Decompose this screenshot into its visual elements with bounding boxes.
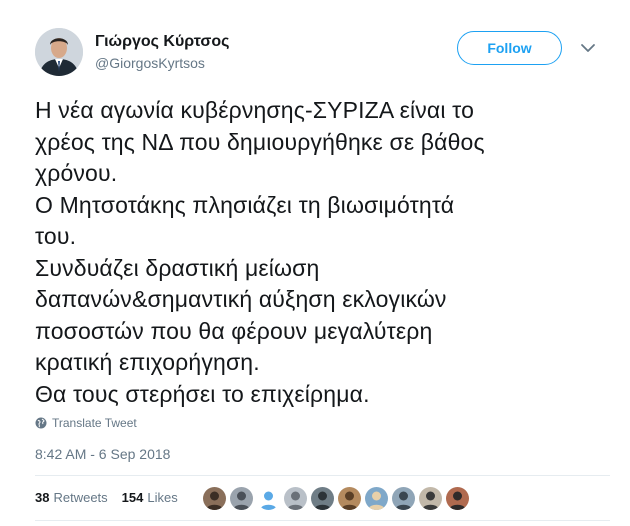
liker-avatar[interactable]	[230, 487, 253, 510]
author-name[interactable]: Γιώργος Κύρτσος	[95, 33, 229, 51]
author-handle[interactable]: @GiorgosKyrtsos	[95, 55, 205, 71]
liker-avatar[interactable]	[203, 487, 226, 510]
tweet-text-line: Ο Μητσοτάκης πλησιάζει τη βιωσιμότητά	[35, 191, 455, 218]
avatar-portrait	[35, 28, 83, 76]
divider	[35, 475, 610, 476]
retweets-label: Retweets	[53, 490, 108, 505]
chevron-down-icon[interactable]	[578, 40, 598, 56]
tweet-text-line: Η νέα αγωνία κυβέρνησης-ΣΥΡΙΖΑ είναι το	[35, 97, 475, 123]
tweet-text-line: χρόνου.	[35, 160, 118, 186]
likes-stat[interactable]: 154 Likes	[122, 490, 178, 505]
tweet-text-line: δαπανών&σημαντική αύξηση εκλογικών	[35, 286, 447, 312]
tweet-text-line: Συνδυάζει δραστική μείωση	[35, 254, 320, 281]
follow-button[interactable]: Follow	[457, 31, 562, 65]
tweet-text-line: του.	[35, 223, 77, 249]
liker-avatar[interactable]	[338, 487, 361, 510]
translate-tweet-link[interactable]: Translate Tweet	[35, 416, 137, 430]
tweet-stats: 38 Retweets 154 Likes	[35, 490, 192, 505]
tweet-text: Η νέα αγωνία κυβέρνησης-ΣΥΡΙΖΑ είναι το …	[35, 95, 610, 410]
liker-avatar[interactable]	[257, 487, 280, 510]
translate-label: Translate Tweet	[52, 416, 137, 430]
retweets-count: 38	[35, 490, 50, 505]
tweet-text-line: Θα τους στερήσει το επιχείρημα.	[35, 380, 370, 407]
retweets-stat[interactable]: 38 Retweets	[35, 490, 108, 505]
tweet-card: Γιώργος Κύρτσος @GiorgosKyrtsos Follow Η…	[0, 0, 630, 526]
liker-avatar[interactable]	[392, 487, 415, 510]
liker-avatar[interactable]	[365, 487, 388, 510]
tweet-text-line: χρέος της ΝΔ που δημιουργήθηκε σε βάθος	[35, 128, 485, 155]
divider	[35, 520, 610, 521]
liker-avatars	[203, 487, 469, 510]
tweet-text-line: κρατική επιχορήγηση.	[35, 349, 260, 375]
follow-button-label: Follow	[487, 40, 532, 56]
liker-avatar[interactable]	[284, 487, 307, 510]
tweet-text-line: ποσοστών που θα φέρουν μεγαλύτερη	[35, 317, 433, 344]
globe-icon	[35, 417, 47, 429]
tweet-timestamp[interactable]: 8:42 AM - 6 Sep 2018	[35, 446, 170, 462]
liker-avatar[interactable]	[311, 487, 334, 510]
liker-avatar[interactable]	[446, 487, 469, 510]
likes-label: Likes	[147, 490, 178, 505]
avatar[interactable]	[35, 28, 83, 76]
likes-count: 154	[121, 490, 144, 505]
liker-avatar[interactable]	[419, 487, 442, 510]
